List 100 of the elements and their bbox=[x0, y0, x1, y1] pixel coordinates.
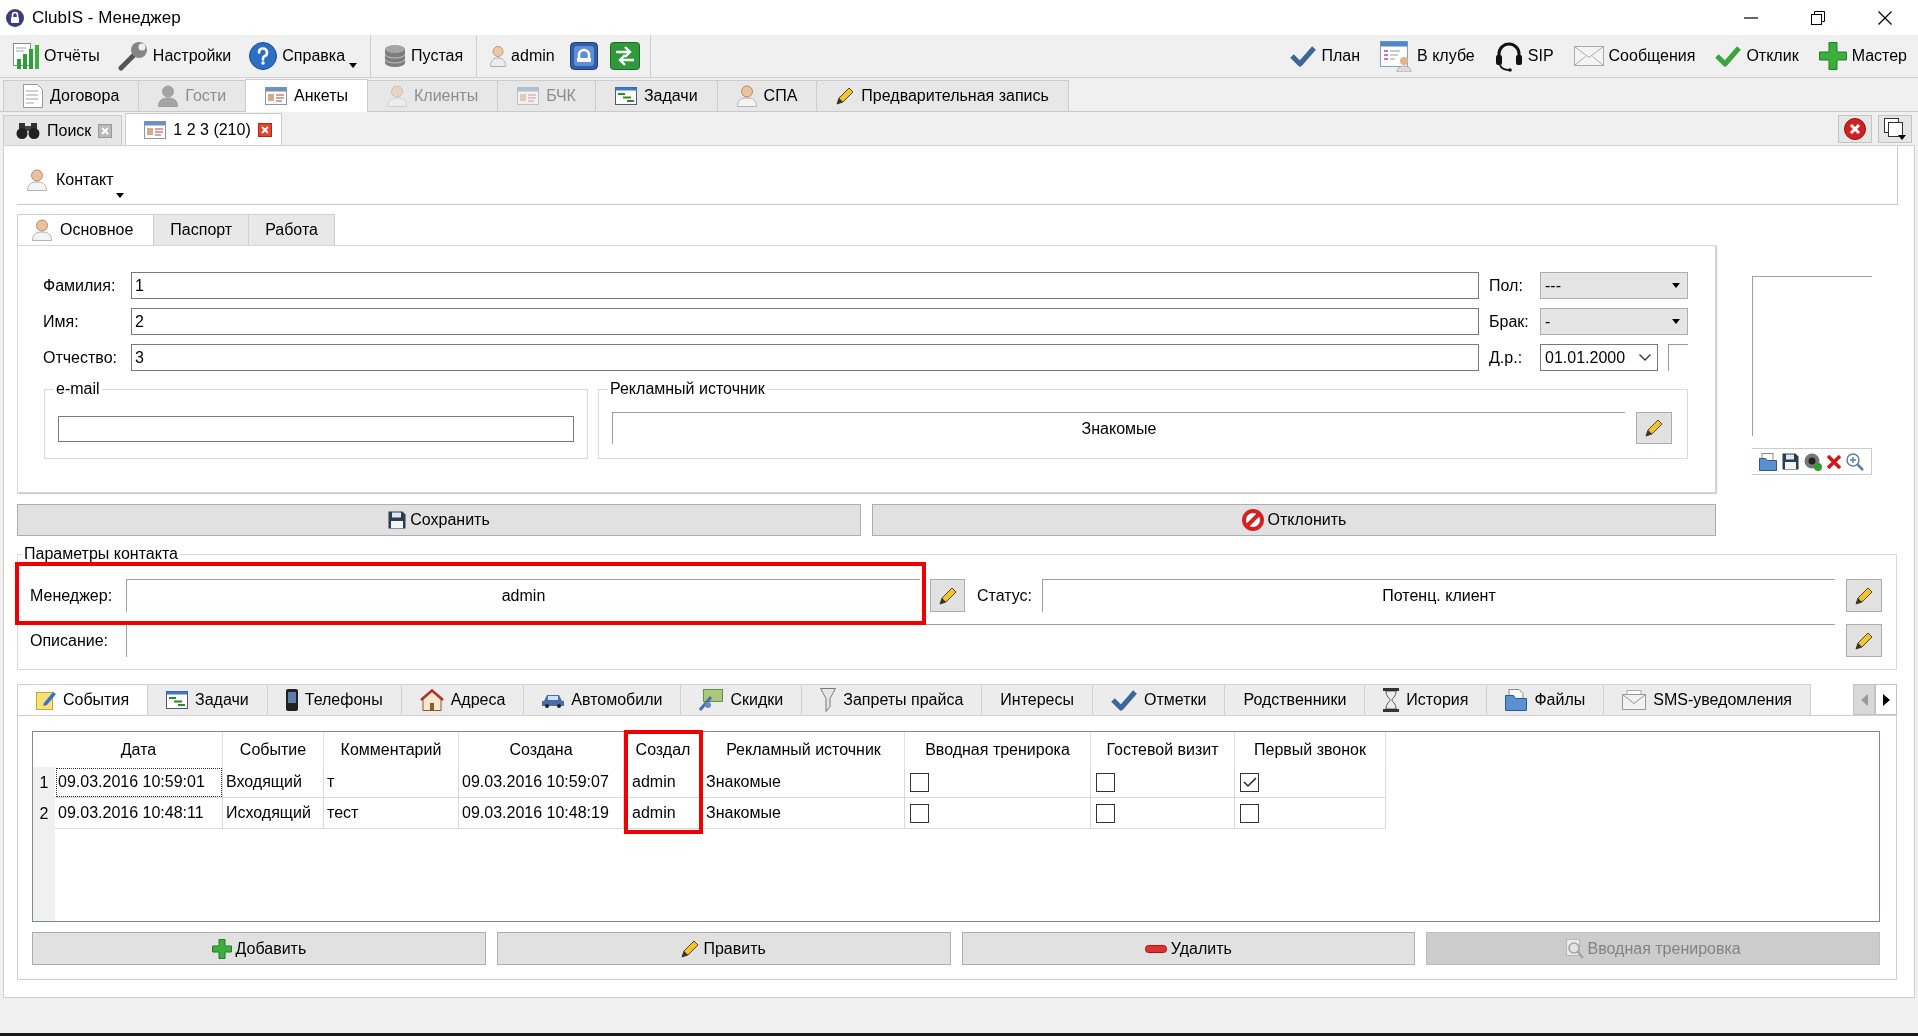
ad-source-field[interactable]: Знакомые bbox=[612, 412, 1625, 444]
person-icon bbox=[158, 85, 179, 107]
detail-tab[interactable]: Скидки bbox=[680, 684, 803, 715]
small-field[interactable] bbox=[1668, 344, 1688, 371]
minimize-icon[interactable] bbox=[1743, 16, 1758, 19]
detail-tab[interactable]: Телефоны bbox=[266, 684, 402, 715]
toolbar-button[interactable]: Пустая bbox=[375, 37, 473, 75]
checkbox[interactable] bbox=[1096, 772, 1115, 792]
toolbar-button[interactable]: Мастер bbox=[1809, 37, 1916, 75]
detail-tab[interactable]: Файлы bbox=[1486, 684, 1605, 715]
floppy-icon[interactable] bbox=[1781, 453, 1799, 470]
module-tab[interactable]: Предварительная запись bbox=[816, 80, 1069, 111]
webcam-icon[interactable] bbox=[1803, 452, 1822, 471]
document-tab[interactable]: 1 2 3 (210) bbox=[125, 113, 282, 145]
text-field[interactable]: 2 bbox=[131, 308, 1479, 335]
open-file-icon[interactable] bbox=[1758, 452, 1777, 471]
close-button[interactable] bbox=[1838, 114, 1872, 143]
action-button[interactable]: Отклонить bbox=[872, 504, 1716, 536]
checkbox[interactable] bbox=[910, 803, 929, 823]
windows-icon bbox=[1884, 117, 1906, 140]
field-label: Менеджер: bbox=[29, 586, 114, 605]
dropdown[interactable]: --- bbox=[1540, 272, 1688, 299]
table-action-button[interactable]: Удалить bbox=[961, 932, 1416, 965]
toolbar-button[interactable]: admin bbox=[481, 37, 564, 75]
toolbar-button[interactable]: Отклик bbox=[1706, 37, 1808, 75]
table-cell: 09.03.2016 10:48:19 bbox=[459, 798, 624, 829]
checkbox[interactable] bbox=[910, 772, 929, 792]
table-cell: Знакомые bbox=[703, 798, 905, 829]
dropdown[interactable]: - bbox=[1540, 308, 1688, 335]
status-field[interactable]: Потенц. клиент bbox=[1042, 579, 1835, 612]
zoom-icon[interactable] bbox=[1846, 452, 1865, 471]
close-icon[interactable] bbox=[257, 122, 272, 137]
input-field[interactable] bbox=[58, 416, 574, 442]
detail-tab[interactable]: Адреса bbox=[400, 684, 525, 715]
toolbar-button[interactable]: В клубе bbox=[1371, 37, 1484, 75]
detail-tab[interactable]: SMS-уведомления bbox=[1603, 684, 1812, 715]
id-card-icon bbox=[265, 87, 288, 105]
caret-icon bbox=[1672, 283, 1680, 288]
edit-button[interactable] bbox=[1636, 412, 1672, 444]
group-title: e-mail bbox=[55, 380, 101, 398]
toolbar-button[interactable]: Сообщения bbox=[1564, 37, 1705, 75]
lock-icon[interactable] bbox=[569, 42, 598, 70]
detail-tab[interactable]: Задачи bbox=[147, 684, 268, 715]
table-cell: тест bbox=[324, 798, 459, 829]
user-icon bbox=[490, 45, 507, 67]
text-field[interactable]: 3 bbox=[131, 344, 1479, 371]
module-tab[interactable]: Задачи bbox=[594, 80, 718, 111]
detail-tab[interactable]: Родственники bbox=[1224, 684, 1366, 715]
document-tab[interactable]: Поиск bbox=[3, 115, 123, 145]
exit-arrows-icon[interactable] bbox=[609, 42, 640, 70]
document-icon bbox=[23, 84, 43, 108]
car-icon bbox=[542, 692, 565, 708]
plus-icon bbox=[211, 938, 232, 959]
group-title: Параметры контакта bbox=[23, 546, 179, 562]
table-cell: Входящий bbox=[223, 767, 324, 798]
form-tab[interactable]: Паспорт bbox=[153, 214, 250, 245]
table-cell: 09.03.2016 10:59:01 bbox=[55, 767, 223, 798]
delete-icon[interactable] bbox=[1827, 454, 1842, 469]
action-button[interactable]: Сохранить bbox=[17, 504, 861, 536]
detail-tab[interactable]: История bbox=[1364, 684, 1488, 715]
detail-tab[interactable]: События bbox=[17, 684, 149, 715]
text-field[interactable]: 1 bbox=[131, 272, 1479, 299]
arrow-right-icon bbox=[1882, 693, 1890, 706]
pencil-icon bbox=[1855, 586, 1873, 605]
edit-button[interactable] bbox=[1846, 624, 1882, 657]
table-action-button[interactable]: Добавить bbox=[32, 932, 486, 965]
table-action-button[interactable]: Править bbox=[496, 932, 951, 965]
close-icon[interactable] bbox=[1877, 10, 1892, 25]
checkbox[interactable] bbox=[1096, 803, 1115, 823]
module-tab[interactable]: Договора bbox=[3, 80, 140, 111]
detail-tab[interactable]: Автомобили bbox=[523, 684, 682, 715]
detail-tab[interactable]: Запреты прайса bbox=[801, 684, 983, 715]
hourglass-icon bbox=[1383, 688, 1400, 712]
edit-button[interactable] bbox=[930, 579, 965, 612]
table-cell: Исходящий bbox=[223, 798, 324, 829]
module-tab[interactable]: СПА bbox=[716, 80, 818, 111]
date-field[interactable]: 01.01.2000 bbox=[1540, 344, 1658, 371]
form-tab[interactable]: Работа bbox=[248, 214, 335, 245]
table-cell: admin bbox=[624, 798, 703, 829]
checkbox[interactable] bbox=[1240, 772, 1259, 792]
toolbar-button[interactable]: Справка bbox=[240, 37, 367, 75]
manager-field[interactable]: admin bbox=[126, 579, 920, 612]
field-label: Имя: bbox=[43, 312, 80, 331]
detail-tab[interactable]: Интересы bbox=[981, 684, 1093, 715]
module-tab[interactable]: Анкеты bbox=[245, 79, 368, 112]
checkbox[interactable] bbox=[1240, 803, 1259, 823]
detail-tab[interactable]: Отметки bbox=[1092, 684, 1226, 715]
restore-icon[interactable] bbox=[1810, 10, 1825, 25]
toolbar-button[interactable]: SIP bbox=[1485, 37, 1563, 75]
toolbar-button[interactable]: План bbox=[1281, 37, 1370, 75]
contact-menu-button[interactable]: Контакт bbox=[27, 168, 124, 192]
house-icon bbox=[419, 689, 444, 711]
toolbar-button[interactable]: Отчёты bbox=[4, 37, 109, 75]
wrench-icon bbox=[117, 41, 148, 71]
scroll-right-button[interactable] bbox=[1875, 684, 1897, 715]
binoculars-icon bbox=[16, 122, 40, 139]
form-tab[interactable]: Основное bbox=[17, 214, 155, 245]
window-list-button[interactable] bbox=[1878, 114, 1912, 143]
toolbar-button[interactable]: Настройки bbox=[108, 37, 241, 75]
edit-button[interactable] bbox=[1846, 579, 1882, 612]
